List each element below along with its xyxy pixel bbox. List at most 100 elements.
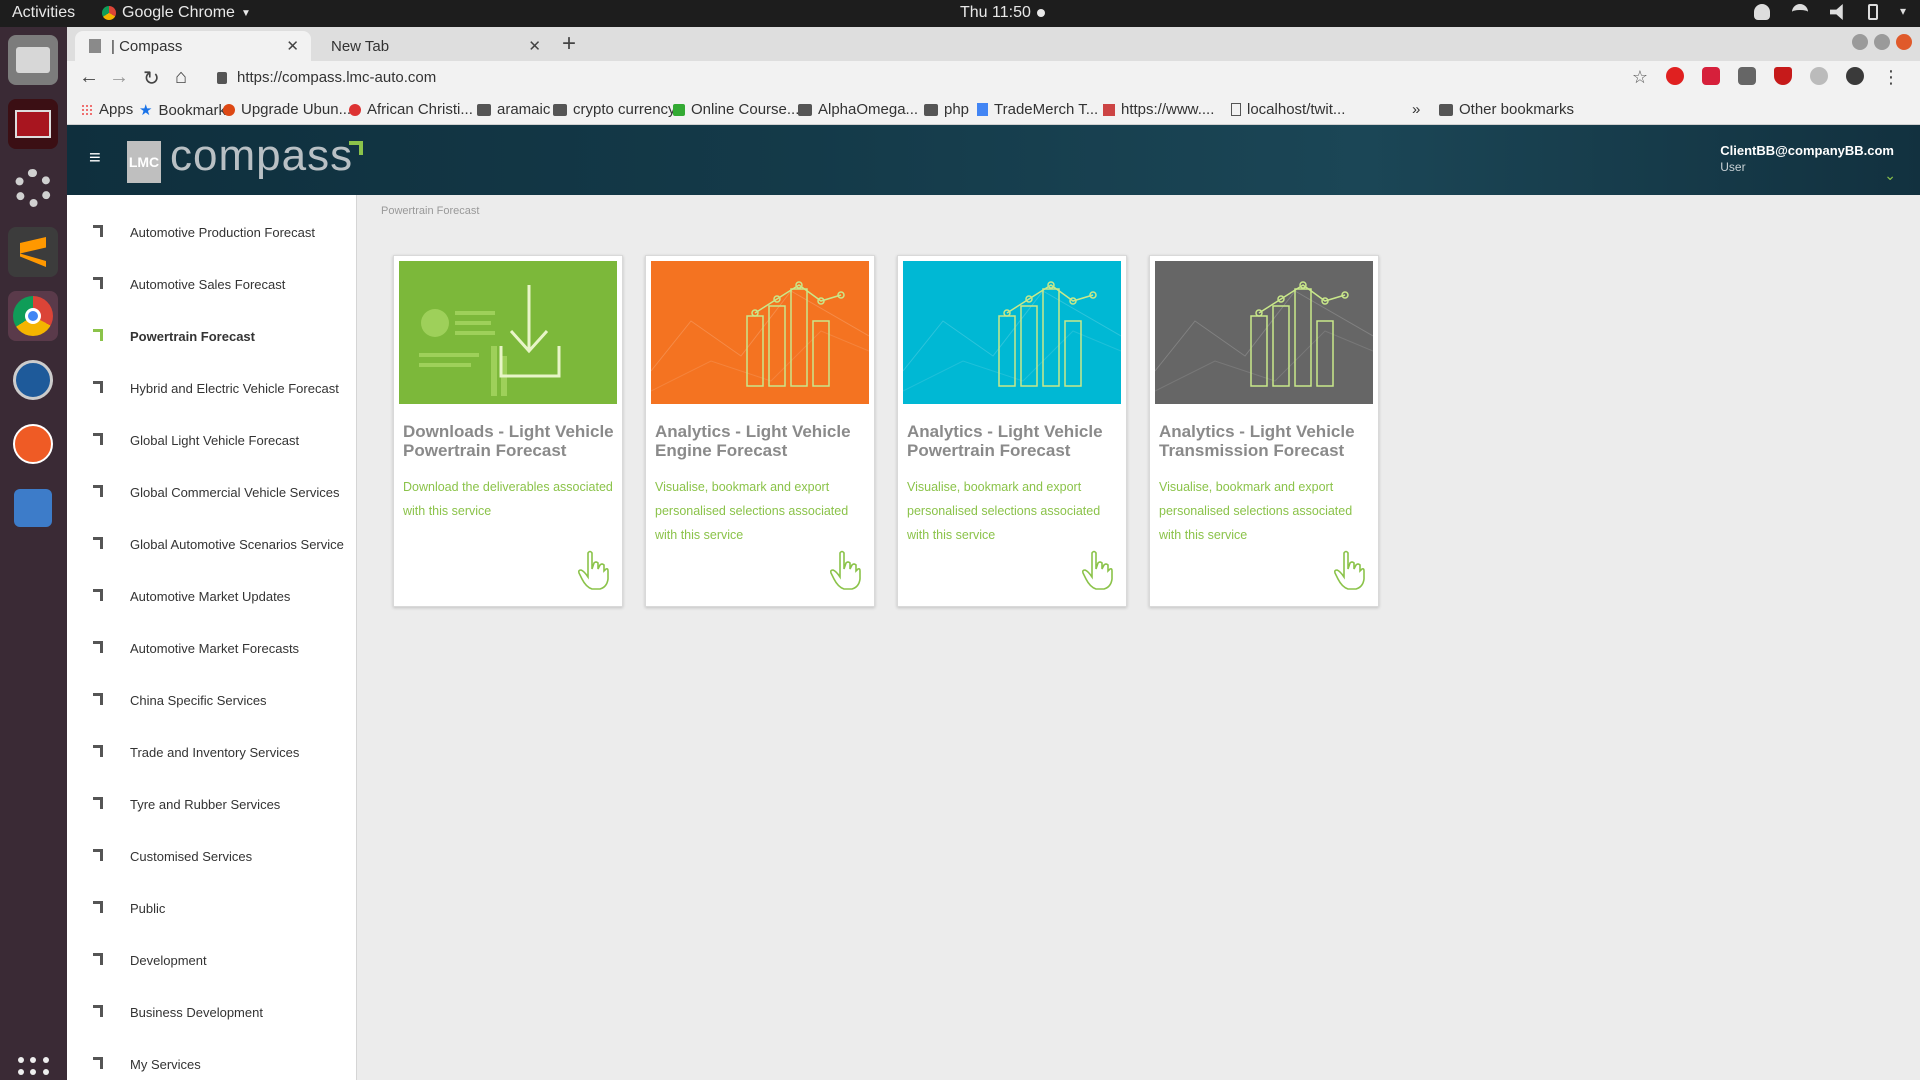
app-menu[interactable]: Google Chrome ▼ [102, 4, 251, 22]
pointer-hand-icon[interactable] [576, 549, 610, 591]
bookmark-item[interactable]: php [924, 101, 969, 118]
card-image [651, 261, 869, 404]
bookmark-item[interactable]: crypto currency [553, 101, 676, 118]
star-icon[interactable]: ☆ [1632, 67, 1648, 87]
settings-icon[interactable] [8, 163, 58, 213]
open-card-button[interactable] [828, 549, 862, 596]
menu-icon[interactable]: ⋮ [1882, 67, 1900, 87]
open-card-button[interactable] [1332, 549, 1366, 596]
new-tab-button[interactable]: + [562, 30, 576, 58]
minimize-button[interactable] [1852, 34, 1868, 50]
volume-icon[interactable] [1829, 4, 1843, 20]
back-icon[interactable]: ← [79, 66, 99, 89]
sidebar-item[interactable]: Powertrain Forecast [67, 321, 357, 351]
files-icon[interactable] [8, 35, 58, 85]
tab-new-tab[interactable]: New Tab ✕ [317, 31, 553, 61]
sidebar-item[interactable]: Automotive Production Forecast [67, 217, 357, 247]
open-card-button[interactable] [576, 549, 610, 596]
close-tab-icon[interactable]: ✕ [528, 37, 541, 55]
bookmark-item[interactable]: ★ Bookmarks [139, 101, 233, 120]
service-card[interactable]: Analytics - Light Vehicle Engine Forecas… [645, 255, 875, 607]
maximize-button[interactable] [1874, 34, 1890, 50]
pointer-hand-icon[interactable] [1080, 549, 1114, 591]
corner-bracket-icon [93, 901, 103, 913]
corner-bracket-icon [93, 1005, 103, 1017]
sidebar-item[interactable]: China Specific Services [67, 685, 357, 715]
tab-compass[interactable]: | Compass ✕ [75, 31, 311, 61]
reload-icon[interactable]: ↻ [143, 66, 160, 91]
sidebar-item[interactable]: Trade and Inventory Services [67, 737, 357, 767]
vscode-icon[interactable] [8, 355, 58, 405]
chrome-dock-icon[interactable] [8, 291, 58, 341]
close-tab-icon[interactable]: ✕ [286, 37, 299, 55]
extension-icon[interactable] [1738, 67, 1756, 85]
profile-avatar-icon[interactable] [1846, 67, 1864, 85]
sidebar-item[interactable]: Hybrid and Electric Vehicle Forecast [67, 373, 357, 403]
forward-icon[interactable]: → [109, 66, 129, 89]
toolbar: ← → ↻ ⌂ https://compass.lmc-auto.com ☆ ⋮ [67, 61, 1920, 95]
lmc-logo[interactable]: LMC [127, 141, 161, 183]
sidebar-item-label: Global Light Vehicle Forecast [130, 432, 300, 448]
sidebar-item[interactable]: Automotive Market Forecasts [67, 633, 357, 663]
chart-illustration-icon [1155, 261, 1373, 404]
wifi-icon[interactable] [1791, 4, 1808, 20]
bookmark-item[interactable]: AlphaOmega... [798, 101, 918, 118]
sublime-text-icon[interactable] [8, 227, 58, 277]
bookmark-other[interactable]: Other bookmarks [1439, 101, 1574, 118]
sidebar-item-label: Automotive Market Updates [130, 588, 291, 604]
compass-logo-text[interactable]: compass [170, 131, 353, 181]
user-menu[interactable]: ClientBB@companyBB.com User [1720, 143, 1894, 174]
sidebar-item[interactable]: Tyre and Rubber Services [67, 789, 357, 819]
user-status-icon[interactable] [1753, 4, 1770, 20]
clock[interactable]: Thu 11:50 [960, 4, 1045, 22]
sidebar-item[interactable]: Business Development [67, 997, 357, 1027]
show-applications-icon[interactable] [18, 1057, 50, 1080]
sidebar-item[interactable]: Customised Services [67, 841, 357, 871]
home-icon[interactable]: ⌂ [175, 66, 187, 89]
sidebar-item[interactable]: Automotive Market Updates [67, 581, 357, 611]
card-image [903, 261, 1121, 404]
logo-accent-icon [349, 141, 363, 155]
bookmark-apps[interactable]: Apps [81, 101, 133, 118]
sidebar-item[interactable]: Global Commercial Vehicle Services [67, 477, 357, 507]
service-card[interactable]: Analytics - Light Vehicle Transmission F… [1149, 255, 1379, 607]
power-chevron-icon[interactable]: ▾ [1900, 4, 1906, 20]
system-tray[interactable]: ▾ [1753, 4, 1906, 20]
bookmark-item[interactable]: aramaic [477, 101, 550, 118]
bookmark-item[interactable]: TradeMerch T... [977, 101, 1098, 118]
notification-dot [1036, 9, 1045, 17]
bookmark-item[interactable]: Online Course... [673, 101, 799, 118]
corner-bracket-icon [93, 953, 103, 965]
extension-icon[interactable] [1666, 67, 1684, 85]
address-bar[interactable]: https://compass.lmc-auto.com [217, 69, 436, 86]
sidebar-item[interactable]: Automotive Sales Forecast [67, 269, 357, 299]
extension-icon[interactable] [1774, 67, 1792, 85]
app-icon[interactable] [8, 483, 58, 533]
sidebar-item[interactable]: Public [67, 893, 357, 923]
pointer-hand-icon[interactable] [1332, 549, 1366, 591]
bookmark-item[interactable]: https://www.... [1103, 101, 1214, 118]
bookmarks-overflow-button[interactable]: » [1412, 101, 1420, 118]
chevron-down-icon[interactable]: ⌄ [1884, 167, 1896, 184]
extension-icon[interactable] [1810, 67, 1828, 85]
bookmark-item[interactable]: Upgrade Ubun... [223, 101, 351, 118]
service-card[interactable]: Analytics - Light Vehicle Powertrain For… [897, 255, 1127, 607]
hamburger-menu-icon[interactable]: ≡ [89, 147, 101, 170]
service-card[interactable]: Downloads - Light Vehicle Powertrain For… [393, 255, 623, 607]
postman-icon[interactable] [8, 419, 58, 469]
close-window-button[interactable] [1896, 34, 1912, 50]
open-card-button[interactable] [1080, 549, 1114, 596]
pointer-hand-icon[interactable] [828, 549, 862, 591]
sidebar-item[interactable]: Development [67, 945, 357, 975]
terminal-icon[interactable] [8, 99, 58, 149]
sidebar-item[interactable]: My Services [67, 1049, 357, 1079]
bookmark-item[interactable]: localhost/twit... [1231, 101, 1345, 118]
sidebar-item[interactable]: Global Automotive Scenarios Service [67, 529, 357, 559]
battery-icon[interactable] [1867, 4, 1878, 20]
sidebar-item[interactable]: Global Light Vehicle Forecast [67, 425, 357, 455]
tab-label: | Compass [111, 37, 183, 55]
extension-icon[interactable] [1702, 67, 1720, 85]
apps-grid-icon [81, 103, 93, 116]
activities-button[interactable]: Activities [12, 4, 75, 22]
bookmark-item[interactable]: African Christi... [349, 101, 473, 118]
